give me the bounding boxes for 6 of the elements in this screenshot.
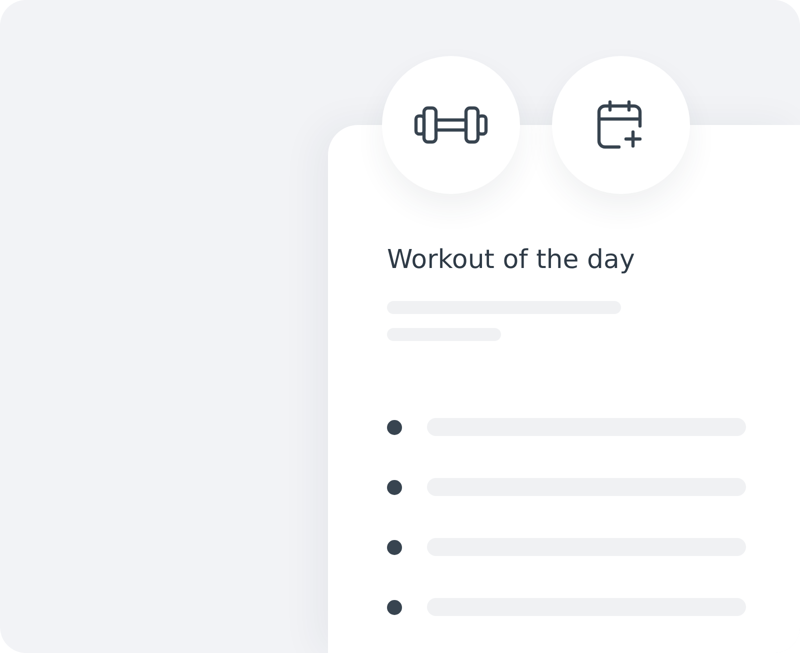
dumbbell-icon (414, 106, 488, 144)
bullet-icon (387, 600, 402, 614)
bullet-icon (387, 540, 402, 554)
card-title: Workout of the day (387, 244, 636, 277)
bullet-icon (387, 420, 402, 434)
bullet-icon (387, 480, 402, 494)
